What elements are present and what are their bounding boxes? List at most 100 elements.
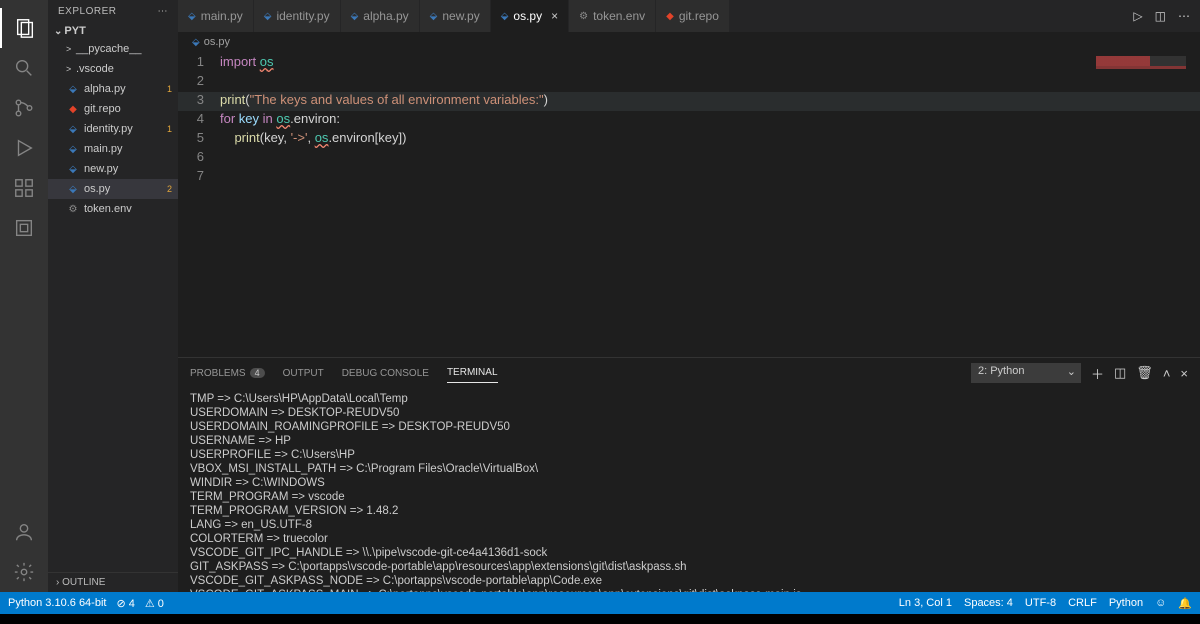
item-label: __pycache__ [76, 43, 141, 55]
minimap[interactable] [1096, 56, 1186, 66]
status-feedback-icon[interactable]: ☺ [1155, 597, 1166, 609]
python-icon: ⬙ [66, 144, 80, 155]
search-icon[interactable] [0, 48, 48, 88]
item-label: .vscode [76, 63, 114, 75]
tree-item-vscode[interactable]: >.vscode [48, 59, 178, 79]
tree-item-token[interactable]: ⚙ token.env [48, 199, 178, 219]
tree-item-gitrepo[interactable]: ◆git.repo [48, 99, 178, 119]
tab-main[interactable]: ⬙ main.py [178, 0, 254, 32]
item-label: git.repo [84, 103, 121, 115]
status-python[interactable]: Python 3.10.6 64-bit [8, 597, 106, 609]
code-editor[interactable]: 1234567 import os print("The keys and va… [178, 52, 1200, 357]
item-label: token.env [84, 203, 132, 215]
tree-item-alpha[interactable]: ⬙ alpha.py 1 [48, 79, 178, 99]
settings-icon[interactable] [0, 552, 48, 592]
terminal-output[interactable]: TMP => C:\Users\HP\AppData\Local\TempUSE… [178, 388, 1200, 592]
more-icon[interactable]: ⋯ [1178, 9, 1190, 23]
tree-item-identity[interactable]: ⬙ identity.py 1 [48, 119, 178, 139]
item-label: alpha.py [84, 83, 126, 95]
panel-tab-problems[interactable]: PROBLEMS4 [190, 364, 265, 383]
close-panel-icon[interactable]: × [1180, 366, 1188, 381]
tab-label: DEBUG CONSOLE [342, 368, 429, 379]
sidebar-more-icon[interactable]: ⋯ [158, 6, 169, 17]
python-icon: ⬙ [66, 124, 80, 135]
outline-label: OUTLINE [62, 577, 105, 588]
code-body[interactable]: import os print("The keys and values of … [220, 52, 1200, 357]
status-warnings[interactable]: ⚠ 0 [145, 597, 164, 610]
status-eol[interactable]: CRLF [1068, 597, 1097, 609]
root-label: PYT [64, 25, 85, 37]
debug-icon[interactable] [0, 128, 48, 168]
tab-identity[interactable]: ⬙ identity.py [254, 0, 341, 32]
status-errors[interactable]: ⊘ 4 [116, 597, 134, 610]
problems-count-badge: 4 [250, 368, 265, 378]
tab-label: alpha.py [363, 9, 408, 23]
status-bell-icon[interactable]: 🔔 [1178, 597, 1192, 610]
tab-label: os.py [513, 9, 542, 23]
item-label: os.py [84, 183, 110, 195]
tab-label: TERMINAL [447, 367, 498, 378]
line-gutter: 1234567 [178, 52, 220, 357]
minimap-error-marker [1096, 66, 1186, 69]
split-terminal-icon[interactable]: ◫ [1114, 365, 1126, 381]
tab-label: token.env [593, 9, 645, 23]
activity-bar [0, 0, 48, 592]
tree-item-new[interactable]: ⬙ new.py [48, 159, 178, 179]
panel-tab-output[interactable]: OUTPUT [283, 364, 324, 383]
outline-section[interactable]: › OUTLINE [48, 572, 178, 592]
status-language[interactable]: Python [1109, 597, 1143, 609]
windows-taskbar[interactable] [0, 614, 1200, 624]
python-icon: ⬙ [264, 11, 272, 22]
tab-os[interactable]: ⬙ os.py × [491, 0, 569, 32]
breadcrumb[interactable]: ⬙ os.py [178, 32, 1200, 52]
split-icon[interactable]: ◫ [1155, 9, 1166, 23]
python-icon: ⬙ [501, 11, 509, 22]
python-icon: ⬙ [192, 37, 200, 48]
terminal-selector-value: 2: Python [978, 365, 1024, 377]
sidebar: EXPLORER ⋯ ⌄PYT >__pycache__ >.vscode ⬙a… [48, 0, 178, 592]
status-spaces[interactable]: Spaces: 4 [964, 597, 1013, 609]
maximize-panel-icon[interactable]: ˄ [1163, 366, 1171, 381]
status-bar: Python 3.10.6 64-bit ⊘ 4 ⚠ 0 Ln 3, Col 1… [0, 592, 1200, 614]
extensions-icon[interactable] [0, 168, 48, 208]
panel-tab-debug[interactable]: DEBUG CONSOLE [342, 364, 429, 383]
chevron-right-icon: > [66, 44, 76, 54]
status-encoding[interactable]: UTF-8 [1025, 597, 1056, 609]
tree-item-os[interactable]: ⬙os.py2 [48, 179, 178, 199]
status-lncol[interactable]: Ln 3, Col 1 [899, 597, 952, 609]
item-label: new.py [84, 163, 118, 175]
env-icon: ⚙ [66, 204, 80, 215]
item-label: identity.py [84, 123, 133, 135]
problem-badge: 1 [167, 124, 172, 134]
item-label: main.py [84, 143, 123, 155]
tree-root[interactable]: ⌄PYT [48, 23, 178, 39]
tree-item-main[interactable]: ⬙ main.py [48, 139, 178, 159]
tab-label: identity.py [276, 9, 329, 23]
scm-icon[interactable] [0, 88, 48, 128]
git-icon: ◆ [666, 11, 674, 22]
tab-label: new.py [442, 9, 479, 23]
python-icon: ⬙ [66, 164, 80, 175]
tab-label: main.py [201, 9, 243, 23]
new-terminal-icon[interactable]: ＋ [1091, 364, 1104, 383]
panel-tab-terminal[interactable]: TERMINAL [447, 363, 498, 383]
explorer-icon[interactable] [0, 8, 48, 48]
close-icon[interactable]: × [551, 9, 558, 23]
account-icon[interactable] [0, 512, 48, 552]
tab-label: git.repo [679, 9, 719, 23]
env-icon: ⚙ [579, 11, 588, 22]
run-icon[interactable]: ▷ [1133, 9, 1142, 23]
kill-terminal-icon[interactable]: 🗑 [1136, 365, 1153, 381]
problem-badge: 1 [167, 84, 172, 94]
python-icon: ⬙ [66, 84, 80, 95]
test-icon[interactable] [0, 208, 48, 248]
tab-new[interactable]: ⬙new.py [420, 0, 491, 32]
breadcrumb-file: os.py [204, 36, 230, 48]
tab-alpha[interactable]: ⬙alpha.py [341, 0, 420, 32]
python-icon: ⬙ [66, 184, 80, 195]
terminal-selector[interactable]: 2: Python [971, 363, 1081, 383]
tab-token[interactable]: ⚙ token.env [569, 0, 656, 32]
tab-gitrepo[interactable]: ◆ git.repo [656, 0, 730, 32]
tree-item-pycache[interactable]: >__pycache__ [48, 39, 178, 59]
python-icon: ⬙ [188, 11, 196, 22]
